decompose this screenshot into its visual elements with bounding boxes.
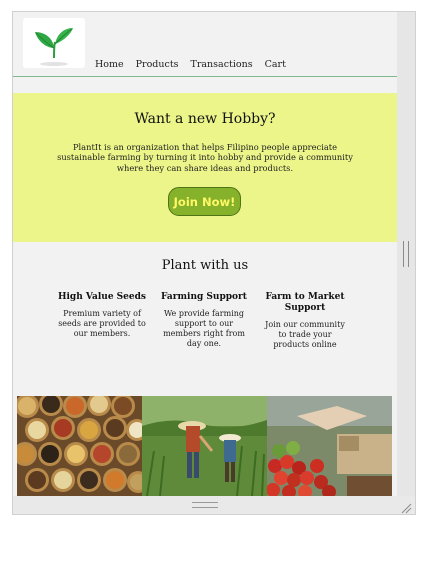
nav-link-products[interactable]: Products [136, 59, 179, 70]
page-viewport: Home Products Transactions Cart Want a n… [13, 12, 397, 496]
drag-handle-icon[interactable] [192, 502, 218, 508]
vertical-scrollbar[interactable] [397, 12, 415, 496]
feature-farm-to-market: Farm to Market Support Join our communit… [260, 292, 350, 350]
join-now-button[interactable]: Join Now! [168, 187, 241, 216]
photo-strip [17, 396, 393, 496]
feature-description: Premium variety of seeds are provided to… [58, 309, 146, 338]
feature-title: Farm to Market Support [265, 292, 345, 313]
seeds-photo [17, 396, 142, 496]
site-header: Home Products Transactions Cart [13, 12, 397, 78]
resize-handle-icon[interactable] [400, 499, 412, 514]
plant-logo-icon[interactable] [23, 18, 85, 68]
farmers-photo [142, 396, 267, 496]
main-nav: Home Products Transactions Cart [95, 59, 298, 70]
feature-description: Join our community to trade your product… [265, 320, 345, 349]
feature-title: High Value Seeds [57, 292, 146, 302]
nav-link-transactions[interactable]: Transactions [191, 59, 253, 70]
feature-title: Farming Support [161, 292, 247, 302]
scrollbar-grip-icon[interactable] [403, 241, 409, 267]
hero-title: Want a new Hobby? [134, 111, 276, 127]
browser-frame: Home Products Transactions Cart Want a n… [12, 11, 416, 515]
plant-section-title: Plant with us [161, 258, 249, 273]
feature-farming-support: Farming Support We provide farming suppo… [159, 292, 249, 349]
nav-link-home[interactable]: Home [95, 59, 124, 70]
nav-link-cart[interactable]: Cart [265, 59, 286, 70]
hero-section: Want a new Hobby? PlantIt is an organiza… [13, 93, 397, 242]
market-photo [267, 396, 392, 496]
feature-high-value-seeds: High Value Seeds Premium variety of seed… [57, 292, 147, 339]
header-divider [13, 76, 397, 77]
hero-description: PlantIt is an organization that helps Fi… [57, 142, 353, 173]
feature-description: We provide farming support to our member… [163, 309, 245, 348]
